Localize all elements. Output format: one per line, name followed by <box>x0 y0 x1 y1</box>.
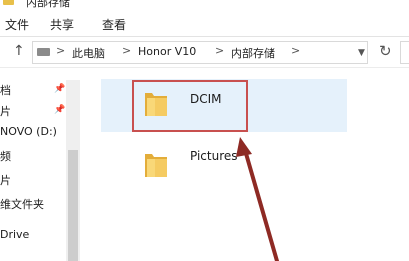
file-name[interactable]: Pictures <box>190 149 238 163</box>
breadcrumb-device[interactable]: Honor V10 <box>138 45 196 58</box>
refresh-icon[interactable]: ↻ <box>379 42 392 60</box>
nav-item-pictures-2[interactable]: 片 <box>0 172 11 188</box>
ribbon: 文件 共享 查看 <box>0 10 409 37</box>
breadcrumb-separator[interactable]: > <box>215 44 224 57</box>
nav-item-3d-objects[interactable]: 维文件夹 <box>0 196 44 212</box>
tab-view[interactable]: 查看 <box>102 16 126 33</box>
pin-icon[interactable]: 📌 <box>54 84 65 94</box>
nav-item-pictures[interactable]: 片 <box>0 103 11 119</box>
nav-item-documents[interactable]: 档 <box>0 82 11 98</box>
file-name[interactable]: DCIM <box>190 92 222 106</box>
nav-scrollbar-thumb[interactable] <box>68 150 78 261</box>
chevron-down-icon[interactable]: ▼ <box>358 48 365 58</box>
breadcrumb-this-pc[interactable]: 此电脑 <box>72 45 105 61</box>
folder-icon <box>3 0 14 5</box>
folder-icon <box>143 149 169 179</box>
window-title: 内部存储 <box>26 0 70 9</box>
search-input[interactable] <box>400 41 409 64</box>
tab-file[interactable]: 文件 <box>5 16 29 33</box>
breadcrumb-internal-storage[interactable]: 内部存储 <box>231 45 275 61</box>
breadcrumb-separator[interactable]: > <box>122 44 131 57</box>
tab-share[interactable]: 共享 <box>50 16 74 33</box>
breadcrumb-separator[interactable]: > <box>56 44 65 57</box>
nav-item-onedrive[interactable]: Drive <box>0 228 29 241</box>
address-bar[interactable]: > 此电脑 > Honor V10 > 内部存储 > <box>32 41 368 64</box>
up-arrow-icon[interactable]: ↑ <box>13 43 25 59</box>
device-icon <box>37 48 50 56</box>
nav-item-videos[interactable]: 频 <box>0 148 11 164</box>
navigation-bar: ↑ > 此电脑 > Honor V10 > 内部存储 > <box>0 37 409 68</box>
nav-item-drive-d[interactable]: NOVO (D:) <box>0 125 57 138</box>
folder-icon <box>143 88 169 118</box>
breadcrumb-separator[interactable]: > <box>291 44 300 57</box>
title-bar: 内部存储 <box>0 0 409 10</box>
pin-icon[interactable]: 📌 <box>54 105 65 115</box>
